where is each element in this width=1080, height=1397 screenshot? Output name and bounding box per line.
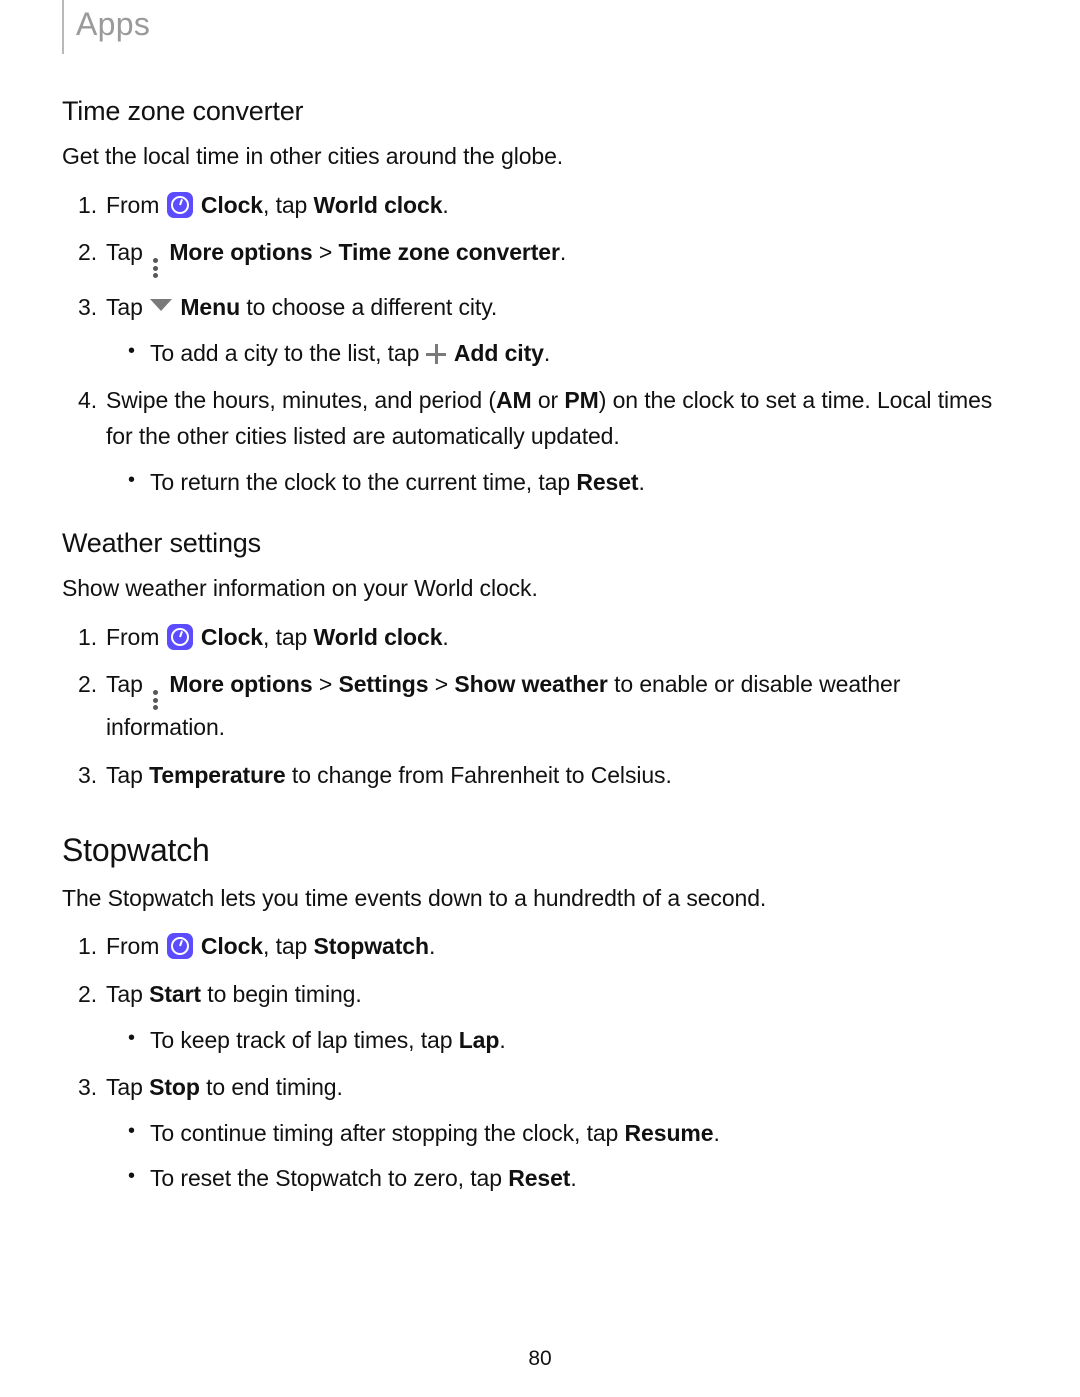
steps-stopwatch: From Clock, tap Stopwatch. Tap Start to … [62,929,1018,1197]
step-item: Tap More options > Settings > Show weath… [106,667,1018,746]
clock-icon [167,933,193,959]
step-item: Tap More options > Time zone converter. [106,235,1018,278]
steps-weather: From Clock, tap World clock. Tap More op… [62,620,1018,794]
text: To add a city to the list, tap [150,340,426,366]
heading-stopwatch: Stopwatch [62,832,1018,869]
chevron-down-icon [150,299,172,313]
text-bold: World clock [314,192,443,218]
text: , tap [263,933,314,959]
text-bold: Clock [201,933,263,959]
intro-weather: Show weather information on your World c… [62,571,1018,606]
text: > [313,239,339,265]
text: . [442,192,448,218]
text: > [313,671,339,697]
text: Tap [106,294,149,320]
text: . [638,469,644,495]
text-bold: Temperature [149,762,286,788]
text-bold: Lap [459,1027,500,1053]
text: > [428,671,454,697]
text: . [499,1027,505,1053]
text-bold: Time zone converter [338,239,559,265]
text-bold: Clock [201,192,263,218]
text-bold: Start [149,981,201,1007]
text: Tap [106,239,149,265]
page-header: Apps [76,6,150,43]
clock-icon [167,192,193,218]
substep-item: To reset the Stopwatch to zero, tap Rese… [150,1161,1018,1197]
substep-item: To keep track of lap times, tap Lap. [150,1023,1018,1059]
clock-icon [167,624,193,650]
section-timezone: Time zone converter Get the local time i… [62,96,1018,500]
more-options-icon [151,258,159,278]
step-item: Tap Stop to end timing. To continue timi… [106,1070,1018,1197]
substeps: To continue timing after stopping the cl… [106,1116,1018,1197]
text-bold: Clock [201,624,263,650]
intro-stopwatch: The Stopwatch lets you time events down … [62,881,1018,916]
step-item: Tap Start to begin timing. To keep track… [106,977,1018,1058]
step-item: From Clock, tap World clock. [106,188,1018,224]
page-content: Time zone converter Get the local time i… [62,0,1018,1197]
heading-weather: Weather settings [62,528,1018,559]
substeps: To return the clock to the current time,… [106,465,1018,501]
text-bold: More options [169,239,312,265]
step-item: Tap Temperature to change from Fahrenhei… [106,758,1018,794]
heading-timezone: Time zone converter [62,96,1018,127]
text-bold: Resume [625,1120,714,1146]
step-item: Tap Menu to choose a different city. To … [106,290,1018,371]
text: . [429,933,435,959]
text-bold: Settings [338,671,428,697]
text: , tap [263,192,314,218]
text-bold: Add city [454,340,544,366]
text-bold: Menu [180,294,240,320]
substep-item: To return the clock to the current time,… [150,465,1018,501]
substep-item: To continue timing after stopping the cl… [150,1116,1018,1152]
text: Tap [106,671,149,697]
section-weather: Weather settings Show weather informatio… [62,528,1018,793]
text: Swipe the hours, minutes, and period ( [106,387,496,413]
step-item: Swipe the hours, minutes, and period (AM… [106,383,1018,500]
text: . [544,340,550,366]
text: Tap [106,981,149,1007]
text: From [106,933,166,959]
text: To reset the Stopwatch to zero, tap [150,1165,508,1191]
text: . [713,1120,719,1146]
section-stopwatch: Stopwatch The Stopwatch lets you time ev… [62,832,1018,1197]
text: . [560,239,566,265]
text: to end timing. [200,1074,343,1100]
text-bold: Reset [576,469,638,495]
text-bold: Show weather [454,671,607,697]
intro-timezone: Get the local time in other cities aroun… [62,139,1018,174]
text: Tap [106,1074,149,1100]
text-bold: More options [169,671,312,697]
text: From [106,624,166,650]
text-bold: World clock [314,624,443,650]
header-rule [62,0,64,54]
substeps: To add a city to the list, tap Add city. [106,336,1018,372]
text: to change from Fahrenheit to Celsius. [286,762,672,788]
plus-icon [426,344,446,364]
text: To keep track of lap times, tap [150,1027,459,1053]
text: , tap [263,624,314,650]
text: To return the clock to the current time,… [150,469,576,495]
step-item: From Clock, tap Stopwatch. [106,929,1018,965]
text: Tap [106,762,149,788]
text: to choose a different city. [240,294,497,320]
text: to begin timing. [201,981,362,1007]
text-bold: Stopwatch [314,933,429,959]
text-bold: PM [564,387,598,413]
text-bold: Reset [508,1165,570,1191]
step-item: From Clock, tap World clock. [106,620,1018,656]
more-options-icon [151,690,159,710]
text: To continue timing after stopping the cl… [150,1120,625,1146]
text: . [442,624,448,650]
substeps: To keep track of lap times, tap Lap. [106,1023,1018,1059]
text: From [106,192,166,218]
steps-timezone: From Clock, tap World clock. Tap More op… [62,188,1018,501]
text: or [532,387,565,413]
text: . [570,1165,576,1191]
text-bold: Stop [149,1074,200,1100]
substep-item: To add a city to the list, tap Add city. [150,336,1018,372]
page-number: 80 [0,1347,1080,1371]
text-bold: AM [496,387,532,413]
